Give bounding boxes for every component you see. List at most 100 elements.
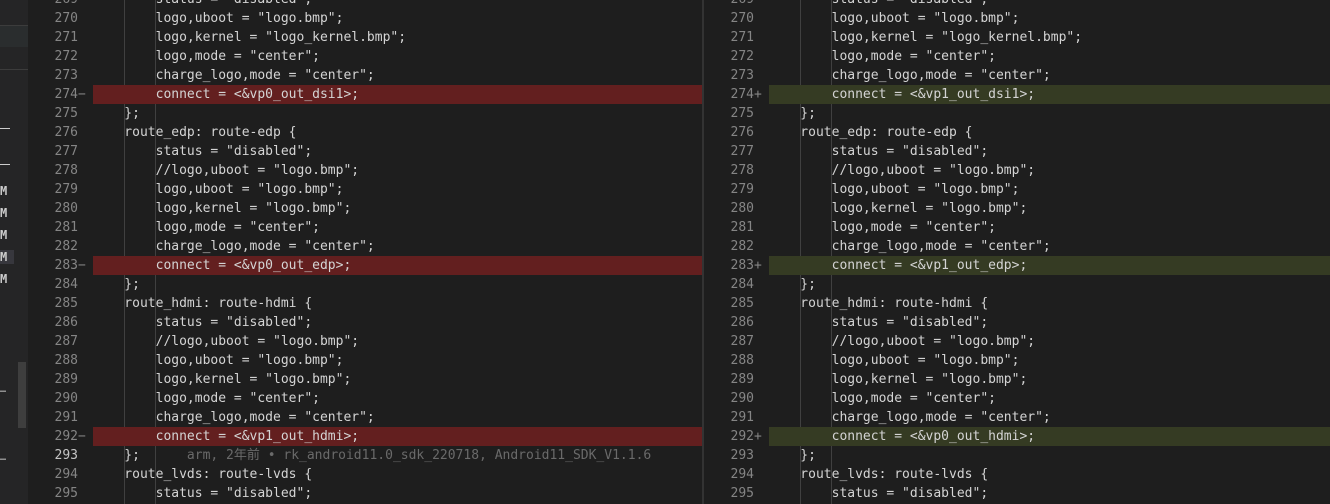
code-line[interactable]: 270 logo,uboot = "logo.bmp"; (28, 9, 702, 28)
code-text[interactable]: logo,uboot = "logo.bmp"; (769, 180, 1330, 199)
code-text[interactable]: }; (769, 275, 1330, 294)
code-text[interactable]: //logo,uboot = "logo.bmp"; (769, 161, 1330, 180)
code-line[interactable]: 293 }; (704, 446, 1330, 465)
deleted-line[interactable]: 274− connect = <&vp0_out_dsi1>; (28, 85, 702, 104)
code-line[interactable]: 275 }; (28, 104, 702, 123)
code-line[interactable]: 290 logo,mode = "center"; (28, 389, 702, 408)
modified-badge[interactable]: M (0, 184, 14, 198)
code-line[interactable]: 276 route_edp: route-edp { (28, 123, 702, 142)
code-text[interactable]: connect = <&vp0_out_dsi1>; (93, 85, 702, 104)
code-text[interactable]: charge_logo,mode = "center"; (93, 66, 702, 85)
code-line[interactable]: 277 status = "disabled"; (704, 142, 1330, 161)
code-text[interactable]: route_lvds: route-lvds { (769, 465, 1330, 484)
code-line[interactable]: 269 status = "disabled"; (704, 0, 1330, 9)
code-line[interactable]: 295 status = "disabled"; (704, 484, 1330, 503)
code-text[interactable]: logo,mode = "center"; (769, 47, 1330, 66)
code-line[interactable]: 281 logo,mode = "center"; (704, 218, 1330, 237)
code-line[interactable]: 284 }; (28, 275, 702, 294)
code-line[interactable]: 281 logo,mode = "center"; (28, 218, 702, 237)
code-text[interactable]: logo,mode = "center"; (93, 218, 702, 237)
code-text[interactable]: }; (93, 104, 702, 123)
code-text[interactable]: }; arm, 2年前 • rk_android11.0_sdk_220718,… (93, 446, 702, 465)
code-line[interactable]: 285 route_hdmi: route-hdmi { (704, 294, 1330, 313)
code-text[interactable]: logo,mode = "center"; (769, 218, 1330, 237)
more-ellipsis-icon[interactable]: … (0, 384, 6, 395)
code-text[interactable]: route_lvds: route-lvds { (93, 465, 702, 484)
diff-original-pane[interactable]: 269 status = "disabled";270 logo,uboot =… (28, 0, 702, 504)
code-text[interactable]: status = "disabled"; (93, 0, 702, 9)
code-line[interactable]: 284 }; (704, 275, 1330, 294)
more-ellipsis-icon[interactable]: … (0, 452, 6, 463)
code-text[interactable]: logo,uboot = "logo.bmp"; (769, 9, 1330, 28)
modified-badge[interactable]: M (0, 272, 14, 286)
modified-badge[interactable]: M (0, 206, 14, 220)
code-line[interactable]: 288 logo,uboot = "logo.bmp"; (704, 351, 1330, 370)
code-line[interactable]: 286 status = "disabled"; (704, 313, 1330, 332)
code-text[interactable]: status = "disabled"; (769, 0, 1330, 9)
code-text[interactable]: logo,uboot = "logo.bmp"; (93, 180, 702, 199)
code-line[interactable]: 275 }; (704, 104, 1330, 123)
added-line[interactable]: 283 + connect = <&vp1_out_edp>; (704, 256, 1330, 275)
added-line[interactable]: 274 + connect = <&vp1_out_dsi1>; (704, 85, 1330, 104)
code-text[interactable]: connect = <&vp0_out_edp>; (93, 256, 702, 275)
code-line[interactable]: 288 logo,uboot = "logo.bmp"; (28, 351, 702, 370)
code-line[interactable]: 290 logo,mode = "center"; (704, 389, 1330, 408)
code-line[interactable]: 277 status = "disabled"; (28, 142, 702, 161)
code-line[interactable]: 286 status = "disabled"; (28, 313, 702, 332)
code-text[interactable]: logo,kernel = "logo_kernel.bmp"; (769, 28, 1330, 47)
code-text[interactable]: }; (93, 275, 702, 294)
code-text[interactable]: }; (769, 104, 1330, 123)
code-line[interactable]: 285 route_hdmi: route-hdmi { (28, 294, 702, 313)
code-line[interactable]: 278 //logo,uboot = "logo.bmp"; (704, 161, 1330, 180)
code-text[interactable]: charge_logo,mode = "center"; (769, 408, 1330, 427)
code-text[interactable]: }; (769, 446, 1330, 465)
code-text[interactable]: route_hdmi: route-hdmi { (93, 294, 702, 313)
code-text[interactable]: logo,kernel = "logo.bmp"; (93, 370, 702, 389)
code-line[interactable]: 287 //logo,uboot = "logo.bmp"; (704, 332, 1330, 351)
code-line[interactable]: 289 logo,kernel = "logo.bmp"; (28, 370, 702, 389)
code-text[interactable]: logo,kernel = "logo.bmp"; (769, 199, 1330, 218)
modified-badge[interactable]: M (0, 250, 14, 264)
code-line[interactable]: 269 status = "disabled"; (28, 0, 702, 9)
added-line[interactable]: 292 + connect = <&vp0_out_hdmi>; (704, 427, 1330, 446)
code-line[interactable]: 280 logo,kernel = "logo.bmp"; (704, 199, 1330, 218)
code-line[interactable]: 279 logo,uboot = "logo.bmp"; (28, 180, 702, 199)
code-line[interactable]: 278 //logo,uboot = "logo.bmp"; (28, 161, 702, 180)
code-line[interactable]: 273 charge_logo,mode = "center"; (28, 66, 702, 85)
panel-scrollbar[interactable] (18, 362, 26, 428)
code-line[interactable]: 270 logo,uboot = "logo.bmp"; (704, 9, 1330, 28)
code-text[interactable]: logo,uboot = "logo.bmp"; (93, 351, 702, 370)
code-text[interactable]: status = "disabled"; (93, 484, 702, 503)
code-text[interactable]: status = "disabled"; (769, 142, 1330, 161)
code-line[interactable]: 282 charge_logo,mode = "center"; (704, 237, 1330, 256)
code-line[interactable]: 272 logo,mode = "center"; (28, 47, 702, 66)
code-line[interactable]: 289 logo,kernel = "logo.bmp"; (704, 370, 1330, 389)
code-text[interactable]: connect = <&vp1_out_edp>; (769, 256, 1330, 275)
code-text[interactable]: charge_logo,mode = "center"; (93, 237, 702, 256)
code-text[interactable]: logo,uboot = "logo.bmp"; (769, 351, 1330, 370)
code-line[interactable]: 273 charge_logo,mode = "center"; (704, 66, 1330, 85)
modified-badge[interactable]: M (0, 228, 14, 242)
code-text[interactable]: logo,kernel = "logo.bmp"; (769, 370, 1330, 389)
code-text[interactable]: logo,mode = "center"; (769, 389, 1330, 408)
code-text[interactable]: logo,mode = "center"; (93, 389, 702, 408)
code-line[interactable]: 294 route_lvds: route-lvds { (704, 465, 1330, 484)
code-text[interactable]: logo,uboot = "logo.bmp"; (93, 9, 702, 28)
code-text[interactable]: route_hdmi: route-hdmi { (769, 294, 1330, 313)
code-text[interactable]: connect = <&vp1_out_dsi1>; (769, 85, 1330, 104)
code-text[interactable]: logo,mode = "center"; (93, 47, 702, 66)
code-text[interactable]: charge_logo,mode = "center"; (769, 66, 1330, 85)
code-line[interactable]: 276 route_edp: route-edp { (704, 123, 1330, 142)
code-text[interactable]: charge_logo,mode = "center"; (769, 237, 1330, 256)
code-line[interactable]: 271 logo,kernel = "logo_kernel.bmp"; (704, 28, 1330, 47)
code-text[interactable]: status = "disabled"; (769, 313, 1330, 332)
code-text[interactable]: logo,kernel = "logo_kernel.bmp"; (93, 28, 702, 47)
code-text[interactable]: connect = <&vp1_out_hdmi>; (93, 427, 702, 446)
code-text[interactable]: route_edp: route-edp { (769, 123, 1330, 142)
code-text[interactable]: status = "disabled"; (769, 484, 1330, 503)
code-text[interactable]: //logo,uboot = "logo.bmp"; (93, 332, 702, 351)
code-line[interactable]: 295 status = "disabled"; (28, 484, 702, 503)
diff-modified-pane[interactable]: 269 status = "disabled";270 logo,uboot =… (704, 0, 1330, 504)
code-text[interactable]: //logo,uboot = "logo.bmp"; (93, 161, 702, 180)
code-text[interactable]: status = "disabled"; (93, 313, 702, 332)
